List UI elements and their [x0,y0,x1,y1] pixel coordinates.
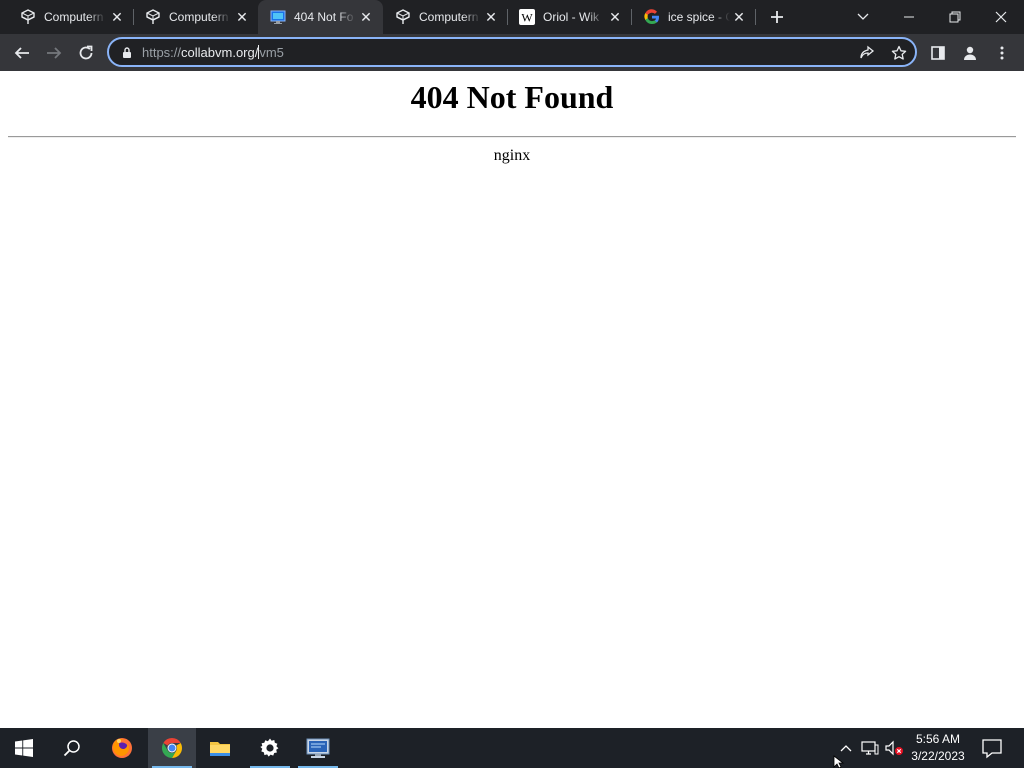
file-explorer-app[interactable] [196,728,244,768]
firefox-app[interactable] [98,728,146,768]
browser-tab-active[interactable]: 404 Not Fo ✕ [258,0,383,34]
volume-muted-icon[interactable] [884,738,904,758]
close-tab-icon[interactable]: ✕ [732,10,746,24]
settings-app[interactable] [246,728,294,768]
collabvm-icon [395,9,411,25]
profile-button[interactable] [956,39,984,67]
tab-search-button[interactable] [840,0,886,34]
chevron-up-icon [840,745,852,752]
collabvm-icon [20,9,36,25]
browser-toolbar: https://collabvm.org/vm5 [0,34,1024,71]
svg-text:W: W [521,11,533,25]
monitor-icon [270,9,286,25]
mouse-cursor-icon [833,755,845,768]
profile-icon [964,46,976,60]
action-center-button[interactable] [980,736,1004,760]
search-icon [63,740,80,757]
browser-tab[interactable]: Computern ✕ [8,0,133,34]
wikipedia-icon: W [519,9,535,25]
side-panel-icon [931,46,945,60]
url-host: collabvm.org/ [181,45,259,60]
lock-icon[interactable] [121,46,133,64]
new-tab-button[interactable] [766,6,788,28]
url-path: vm5 [259,45,284,60]
close-icon [995,11,1007,23]
google-icon [644,9,660,25]
restore-button[interactable] [932,0,978,34]
minimize-icon [904,16,914,18]
reload-button[interactable] [72,39,100,67]
close-tab-icon[interactable]: ✕ [608,10,622,24]
windows-taskbar: 5:56 AM 3/22/2023 [0,728,1024,768]
close-tab-icon[interactable]: ✕ [110,10,124,24]
tab-title: Computern [44,10,104,24]
tab-strip: Computern ✕ Computern ✕ 404 Not Fo ✕ Com… [0,0,1024,34]
page-title: 404 Not Found [410,79,614,115]
close-tab-icon[interactable]: ✕ [484,10,498,24]
network-icon[interactable] [860,738,880,758]
tab-separator [755,9,756,25]
tab-title: Computern [169,10,229,24]
close-window-button[interactable] [978,0,1024,34]
windows-logo-icon [15,739,33,757]
close-tab-icon[interactable]: ✕ [359,10,373,24]
divider [8,136,1016,138]
collabvm-icon [145,9,161,25]
forward-button[interactable] [40,39,68,67]
clock-time: 5:56 AM [915,732,961,746]
reload-icon [79,45,93,60]
browser-tab[interactable]: Computern ✕ [133,0,258,34]
share-icon[interactable] [859,45,875,66]
back-button[interactable] [8,39,36,67]
bookmark-star-icon[interactable] [891,45,907,66]
address-bar[interactable]: https://collabvm.org/vm5 [107,37,917,67]
chrome-icon [162,738,182,758]
start-button[interactable] [0,728,48,768]
search-button[interactable] [48,728,96,768]
tab-title: Computern [419,10,479,24]
remote-desktop-icon [306,738,330,758]
url-scheme: https:// [142,45,182,60]
gear-icon [260,738,279,757]
system-clock[interactable]: 5:56 AM 3/22/2023 [906,731,970,765]
close-tab-icon[interactable]: ✕ [235,10,249,24]
chrome-app[interactable] [148,728,196,768]
tab-title: ice spice - G [668,10,730,24]
notification-icon [982,739,1002,759]
browser-tab[interactable]: ice spice - G ✕ [632,0,756,34]
browser-tab[interactable]: W Oriol - Wik ✕ [507,0,632,34]
browser-tab[interactable]: Computern ✕ [383,0,508,34]
page-viewport: 404 Not Found nginx [0,71,1024,728]
restore-icon [949,11,961,23]
menu-button[interactable] [988,39,1016,67]
tab-title: 404 Not Fo [294,10,354,24]
clock-date: 3/22/2023 [911,749,965,763]
remote-desktop-app[interactable] [294,728,342,768]
folder-icon [210,742,230,756]
minimize-button[interactable] [886,0,932,34]
plus-icon [771,11,783,23]
arrow-right-icon [47,47,62,59]
side-panel-button[interactable] [924,39,952,67]
kebab-menu-icon [1000,46,1004,60]
chevron-down-icon [857,13,869,20]
arrow-left-icon [14,47,29,59]
url-text: https://collabvm.org/vm5 [142,45,284,60]
firefox-icon [112,738,132,758]
tab-title: Oriol - Wik [543,10,599,24]
server-signature: nginx [493,147,531,164]
